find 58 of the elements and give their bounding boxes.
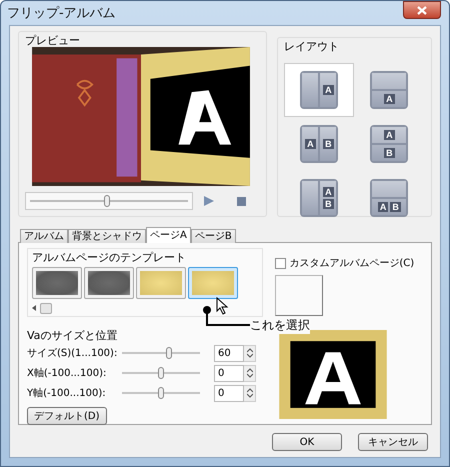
template-thumbnail[interactable] [32,267,82,299]
spinner-arrows-icon[interactable] [246,368,252,378]
template-thumbnail[interactable] [136,267,186,299]
pane-label: B [390,202,401,212]
slider[interactable] [122,367,200,379]
slider[interactable] [122,387,200,399]
pane-label: B [323,199,334,209]
pane-label: A [323,187,334,197]
tab[interactable]: ページB [190,229,236,243]
pane-label: B [384,148,395,158]
spinner-button[interactable] [244,344,256,362]
layout-option[interactable]: A [284,63,354,117]
default-button[interactable]: デフォルト(D) [27,407,107,425]
dialog-button[interactable]: キャンセル [358,433,428,451]
custom-page-checkbox[interactable]: カスタムアルバムページ(C) [275,256,423,270]
field-label: Y軸(-100...100): [27,386,107,400]
tab[interactable]: ページA [146,227,191,243]
tab[interactable]: 背景とシャドウ [68,229,146,243]
timeline-slider[interactable] [25,192,193,210]
spinner-button[interactable] [244,364,256,382]
field-label: サイズ(S)(1...100): [27,347,118,360]
pane-label: B [323,139,334,149]
pane-label: A [384,130,395,140]
close-button[interactable] [403,1,441,19]
spinner-arrows-icon[interactable] [246,348,252,358]
number-field[interactable]: 0 [214,384,244,402]
spinner-button[interactable] [244,384,256,402]
template-thumbnail[interactable] [84,267,134,299]
scroll-left-icon[interactable] [32,305,36,311]
slider[interactable] [122,347,200,359]
pane-label: A [384,94,395,104]
spinner-arrows-icon[interactable] [246,388,252,398]
pane-label: A [305,139,316,149]
layout-option[interactable]: A [354,63,424,117]
layout-option[interactable]: A B [284,117,354,171]
template-thumbnail[interactable] [188,267,238,299]
pane-label: A [323,85,334,95]
play-icon[interactable] [203,195,215,207]
close-icon [417,6,427,14]
number-field[interactable]: 60 [214,344,244,362]
layout-option[interactable]: A B [284,171,354,225]
group-label: プレビュー [25,34,81,47]
group-label: レイアウト [284,40,340,53]
dialog-button[interactable]: OK [272,433,342,451]
layout-option[interactable]: A B [354,171,424,225]
group-label: アルバムページのテンプレート [32,251,187,264]
stop-icon[interactable] [237,196,246,206]
tab[interactable]: アルバム [20,229,68,243]
window-title: フリップ-アルバム [7,5,116,22]
custom-page-preview [275,275,324,316]
layout-option[interactable]: A B [354,117,424,171]
number-field[interactable]: 0 [214,364,244,382]
scroll-thumb[interactable] [40,302,52,314]
group-label: Vaのサイズと位置 [27,329,118,342]
field-label: X軸(-100...100): [27,366,108,380]
cursor-icon [216,297,230,315]
annotation-text: これを選択 [250,317,310,334]
pane-label: A [378,202,388,212]
